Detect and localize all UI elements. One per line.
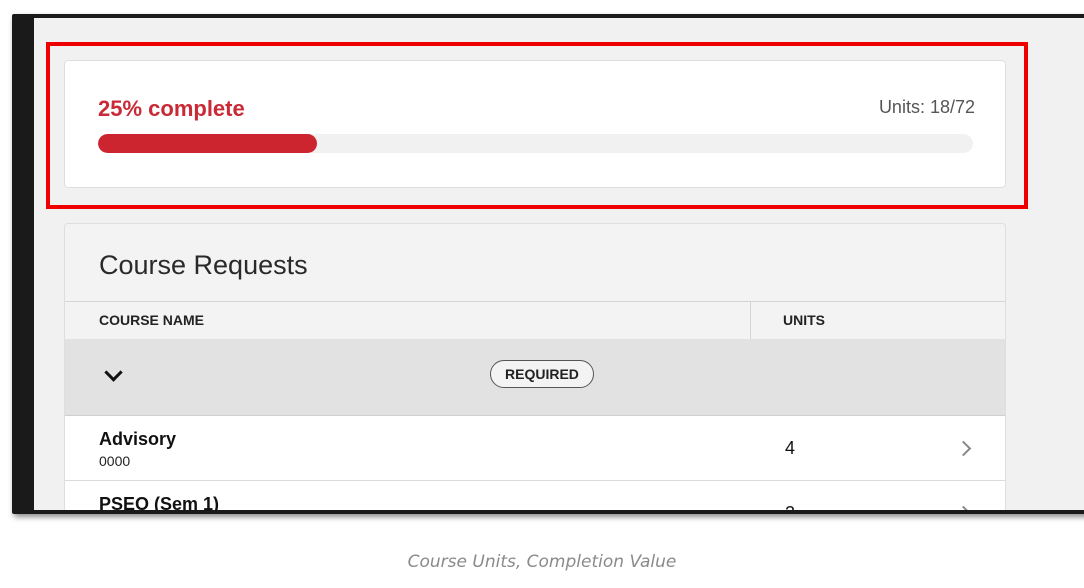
group-row-required[interactable]: REQUIRED [65,339,1005,416]
course-units: 4 [785,438,796,458]
chevron-right-icon[interactable] [955,440,972,457]
course-units: 2 [785,503,795,510]
column-header-course-name: COURSE NAME [99,312,205,328]
course-code: 0000 [99,453,131,469]
course-name: PSEO (Sem 1) [99,494,220,510]
chevron-down-icon[interactable] [104,363,123,382]
highlight-box [46,42,1028,209]
column-divider [750,302,751,339]
figure-caption: Course Units, Completion Value [407,552,677,572]
table-header: COURSE NAME UNITS [65,301,1005,340]
table-row[interactable]: PSEO (Sem 1) 2 [65,481,1005,510]
course-name: Advisory [99,429,177,449]
table-row[interactable]: Advisory 0000 4 [65,416,1005,481]
course-requests-card: Course Requests COURSE NAME UNITS REQUIR… [64,223,1006,510]
screenshot-frame: 25% complete Units: 18/72 Course Request… [12,14,1084,514]
course-requests-title: Course Requests [99,250,308,280]
column-header-units: UNITS [783,312,825,328]
app-content: 25% complete Units: 18/72 Course Request… [34,18,1084,510]
required-badge: REQUIRED [490,360,594,388]
chevron-right-icon[interactable] [955,505,972,510]
